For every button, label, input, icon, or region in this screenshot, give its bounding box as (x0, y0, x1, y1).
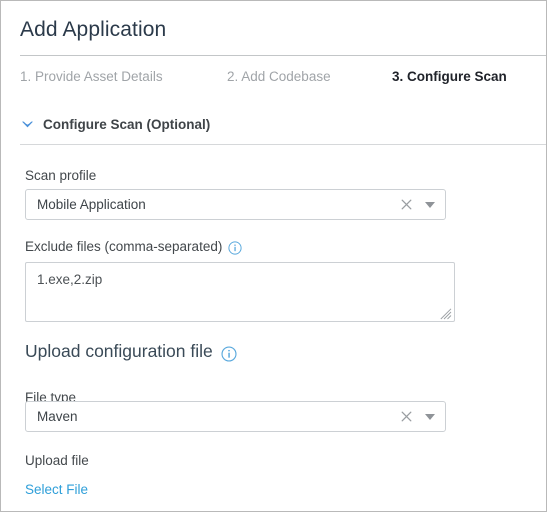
file-type-value: Maven (37, 409, 78, 424)
scan-profile-label: Scan profile (25, 168, 96, 183)
step-configure-scan[interactable]: 3. Configure Scan (392, 69, 507, 84)
exclude-files-label-text: Exclude files (comma-separated) (25, 239, 223, 254)
section-divider (20, 144, 546, 145)
configure-scan-section-title: Configure Scan (Optional) (43, 116, 211, 132)
page-title: Add Application (20, 18, 167, 41)
file-type-select[interactable]: Maven (25, 401, 446, 432)
scan-profile-label-text: Scan profile (25, 168, 97, 183)
resize-handle[interactable] (440, 308, 452, 320)
chevron-down-icon[interactable] (419, 196, 441, 214)
add-application-wizard-panel: Add Application 1. Provide Asset Details… (0, 0, 547, 512)
info-icon[interactable] (221, 345, 237, 362)
caret-triangle (425, 201, 435, 208)
close-icon[interactable] (397, 408, 415, 426)
close-icon[interactable] (397, 196, 415, 214)
chevron-down-icon[interactable] (419, 408, 441, 426)
configure-scan-section-toggle[interactable]: Configure Scan (Optional) (20, 114, 210, 134)
exclude-files-value: 1.exe,2.zip (37, 272, 103, 287)
scan-profile-value: Mobile Application (37, 197, 146, 212)
select-file-link[interactable]: Select File (25, 482, 88, 497)
wizard-steps: 1. Provide Asset Details 2. Add Codebase… (20, 69, 530, 89)
exclude-files-textarea[interactable]: 1.exe,2.zip (25, 262, 455, 322)
step-provide-asset-details[interactable]: 1. Provide Asset Details (20, 69, 163, 84)
caret-triangle (425, 413, 435, 420)
title-divider (20, 55, 546, 56)
chevron-down-icon[interactable] (20, 117, 35, 132)
upload-configuration-file-heading-text: Upload configuration file (25, 341, 213, 361)
exclude-files-label: Exclude files (comma-separated) (25, 239, 242, 255)
upload-configuration-file-heading: Upload configuration file (25, 341, 237, 362)
step-add-codebase[interactable]: 2. Add Codebase (227, 69, 331, 84)
upload-file-label-text: Upload file (25, 453, 89, 468)
info-icon[interactable] (228, 240, 242, 255)
scan-profile-select[interactable]: Mobile Application (25, 189, 446, 220)
upload-file-label: Upload file (25, 453, 89, 468)
